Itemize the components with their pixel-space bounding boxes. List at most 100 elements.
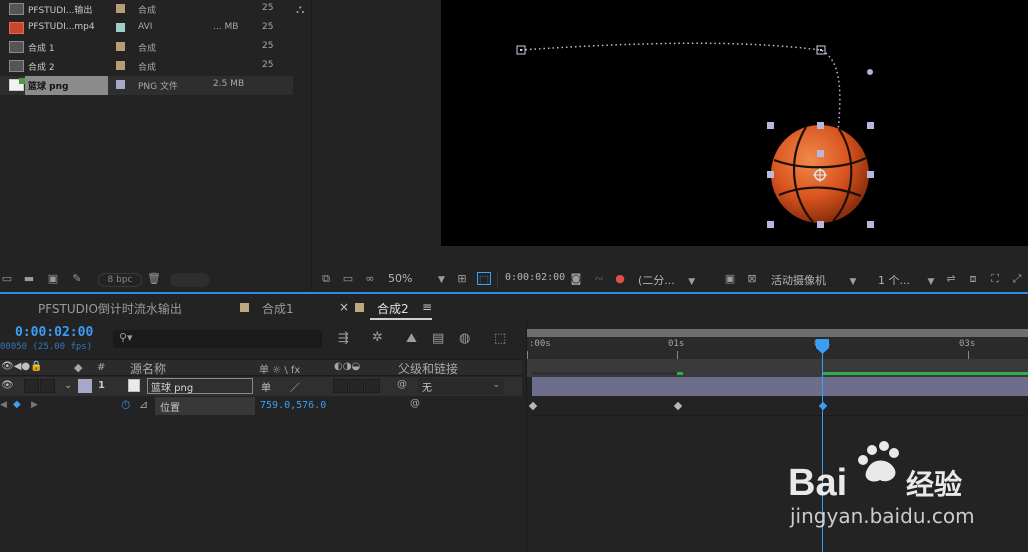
switch-box[interactable] — [349, 379, 364, 393]
switch-box[interactable] — [333, 379, 348, 393]
layer-row[interactable]: 👁 ⌄ 1 篮球 png 单 ／ @ 无 ⌄ — [0, 377, 522, 396]
layer-duration-bar[interactable] — [532, 377, 1028, 396]
tab-swatch — [355, 303, 364, 312]
property-row[interactable]: ◀ ◆ ▶ ⏱ ⊿ 位置 759.0,576.0 @ — [0, 397, 522, 416]
project-item-type: AVI — [138, 22, 153, 32]
shy-layers-icon[interactable]: ⛰ — [406, 331, 417, 346]
snapshot-camera-icon[interactable]: ◙ — [569, 272, 583, 285]
watermark-brand: Bai — [788, 462, 847, 500]
tab-comp-1[interactable]: 合成1 — [262, 300, 294, 317]
bpc-button[interactable]: 8 bpc — [98, 273, 142, 287]
frame-blending-icon[interactable]: ▤ — [432, 331, 444, 346]
solo-toggle[interactable] — [40, 379, 55, 393]
playhead-handle-icon[interactable] — [815, 339, 830, 355]
reset-exposure-icon[interactable]: ⇌ — [944, 272, 958, 285]
composition-thumbnail-icon — [9, 60, 24, 72]
comp-mini-flowchart-icon[interactable]: ⇶ — [338, 331, 349, 346]
motion-blur-icon[interactable]: ◍ — [459, 331, 470, 346]
new-composition-icon[interactable]: ▣ — [46, 273, 60, 285]
add-keyframe-icon[interactable]: ◆ — [13, 399, 21, 410]
layer-label-swatch[interactable] — [78, 379, 92, 393]
tab-swatch — [240, 303, 249, 312]
layer-search-input[interactable]: ⚲▾ — [113, 330, 322, 348]
parent-dropdown[interactable]: 无 ⌄ — [418, 378, 504, 395]
timeline-current-time[interactable]: 0:00:02:00 — [15, 325, 93, 340]
composition-canvas[interactable] — [441, 0, 1028, 246]
ruler-tick-label: :00s — [529, 339, 551, 349]
property-name: 位置 — [155, 397, 255, 415]
flowchart-icon[interactable]: ⛬ — [296, 2, 304, 17]
resolution-value: (二分... — [638, 274, 675, 287]
switch-icons: ◐◑◒ — [334, 361, 361, 372]
ruler-tick-label: 01s — [668, 339, 685, 349]
work-area-bar[interactable] — [527, 329, 1028, 337]
graph-icon[interactable]: ⊿ — [139, 398, 148, 411]
graph-editor-icon[interactable]: ⬚ — [494, 331, 506, 346]
project-settings-icon[interactable]: ✎ — [70, 273, 84, 285]
stopwatch-icon[interactable]: ⏱ — [121, 398, 130, 413]
label-column-icon: ◆ — [74, 361, 83, 374]
project-item[interactable]: PFSTUDI...mp4 AVI ... MB 25 — [0, 19, 293, 38]
visibility-eye-icon[interactable]: 👁 — [1, 380, 14, 391]
show-snapshot-icon[interactable]: ∾ — [592, 272, 606, 285]
close-tab-icon[interactable]: × — [339, 300, 349, 314]
render-cache-green — [677, 372, 683, 375]
zoom-dropdown[interactable]: 50% ▼ — [388, 272, 445, 285]
resolution-dropdown[interactable]: (二分... ▼ — [638, 272, 695, 288]
camera-dropdown[interactable]: 活动摄像机 ▼ — [771, 272, 856, 288]
project-item[interactable]: PFSTUDI...输出 合成 25 — [0, 0, 293, 19]
transparency-grid-icon[interactable]: ⊠ — [745, 272, 759, 285]
project-item[interactable]: 合成 2 合成 25 — [0, 57, 293, 76]
parent-value: 无 — [422, 383, 432, 394]
next-keyframe-icon[interactable]: ▶ — [31, 400, 38, 410]
timeline-tabs: PFSTUDIO倒计时流水输出 合成1 × 合成2 ≡ — [0, 294, 1028, 320]
previous-keyframe-icon[interactable]: ◀ — [0, 400, 7, 410]
viewer-timecode[interactable]: 0:00:02:00 — [505, 272, 565, 283]
interpret-footage-icon[interactable]: ▭ — [0, 273, 14, 285]
position-value[interactable]: 759.0,576.0 — [260, 400, 326, 411]
label-swatch[interactable] — [116, 61, 125, 70]
project-item-name: 篮球 png — [28, 82, 69, 92]
project-item[interactable]: 合成 1 合成 25 — [0, 38, 293, 57]
render-cache-green — [823, 372, 1028, 375]
label-swatch[interactable] — [116, 80, 125, 89]
quality-switch-icon[interactable]: ／ — [290, 379, 300, 394]
views-dropdown[interactable]: 1 个... ▼ — [878, 272, 934, 288]
thumbnail-slider[interactable] — [170, 273, 210, 287]
trash-icon[interactable]: 🗑 — [147, 273, 161, 285]
color-channels-icon[interactable]: ● — [613, 272, 627, 285]
project-item-type: PNG 文件 — [138, 82, 178, 92]
vr-glasses-icon[interactable]: ∞ — [363, 272, 377, 285]
switch-box[interactable] — [365, 379, 380, 393]
flowchart-icon[interactable]: ⛶ — [988, 272, 1002, 285]
draft-3d-icon[interactable]: ✲ — [372, 330, 383, 345]
always-preview-icon[interactable]: ⧉ — [319, 272, 333, 285]
fast-preview-icon[interactable]: ▣ — [723, 272, 737, 285]
label-swatch[interactable] — [116, 23, 125, 32]
watermark-url: jingyan.baidu.com — [790, 504, 975, 528]
column-source-name[interactable]: 源名称 — [130, 360, 166, 377]
time-ruler[interactable]: :00s 01s 02s 03s — [527, 337, 1028, 359]
label-swatch[interactable] — [116, 4, 125, 13]
new-folder-icon[interactable]: ▬ — [22, 273, 36, 285]
fit-frame-icon[interactable]: ⊞ — [455, 272, 469, 285]
expand-layer-icon[interactable]: ⌄ — [64, 380, 72, 391]
3d-renderer-icon[interactable]: ⧈ — [966, 272, 980, 285]
shy-switch-icon[interactable]: 单 — [261, 379, 271, 394]
display-icon[interactable]: ▭ — [341, 272, 355, 285]
project-item-fps: 25 — [262, 41, 274, 51]
av-switches-icon: 👁◀●🔒 — [1, 361, 43, 372]
expand-icon[interactable]: ⤢ — [1010, 272, 1024, 285]
label-swatch[interactable] — [116, 42, 125, 51]
tab-comp-2[interactable]: 合成2 — [377, 300, 409, 317]
audio-toggle[interactable] — [24, 379, 39, 393]
layer-index: 1 — [98, 380, 105, 391]
tab-pfstudio[interactable]: PFSTUDIO倒计时流水输出 — [38, 300, 182, 317]
layer-name-field[interactable]: 篮球 png — [147, 378, 253, 394]
project-item-selected[interactable]: 篮球 png PNG 文件 2.5 MB — [0, 76, 293, 95]
tab-menu-icon[interactable]: ≡ — [422, 300, 432, 314]
pick-whip-icon[interactable]: @ — [397, 379, 407, 390]
expression-pick-whip-icon[interactable]: @ — [410, 398, 420, 409]
column-parent-link[interactable]: 父级和链接 — [398, 360, 458, 377]
region-of-interest-icon[interactable]: ⬚ — [477, 272, 491, 286]
